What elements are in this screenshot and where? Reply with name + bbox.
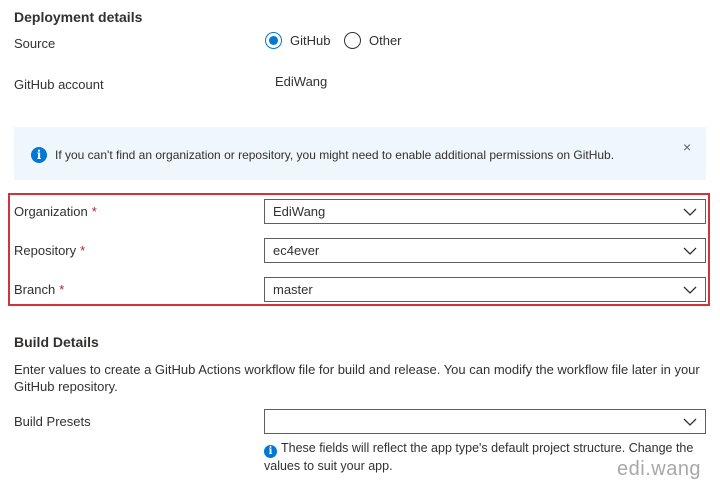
branch-label: Branch * [14, 282, 65, 297]
repository-value: ec4ever [273, 243, 320, 258]
radio-label-other: Other [369, 33, 402, 48]
source-radio-github[interactable]: GitHub [265, 32, 330, 49]
organization-value: EdiWang [273, 204, 326, 219]
build-details-description: Enter values to create a GitHub Actions … [14, 362, 700, 394]
build-presets-dropdown[interactable] [264, 409, 706, 434]
source-radio-other[interactable]: Other [344, 32, 402, 49]
build-details-title: Build Details [14, 334, 99, 350]
chevron-down-icon [675, 286, 705, 294]
watermark: edi.wang [617, 458, 702, 480]
branch-dropdown[interactable]: master [264, 277, 706, 302]
branch-value: master [273, 282, 313, 297]
github-account-label: GitHub account [14, 77, 104, 92]
chevron-down-icon [675, 418, 705, 426]
github-account-value: EdiWang [275, 74, 328, 89]
info-icon: i [31, 147, 47, 163]
info-icon: i [264, 445, 277, 458]
organization-label: Organization * [14, 204, 97, 219]
close-icon[interactable]: × [683, 139, 691, 155]
deployment-details-title: Deployment details [14, 9, 143, 25]
repository-label: Repository * [14, 243, 86, 258]
radio-label-github: GitHub [290, 33, 331, 48]
build-presets-label: Build Presets [14, 414, 91, 429]
info-message-bar: i If you can't find an organization or r… [14, 127, 706, 180]
radio-unchecked-icon [344, 32, 361, 49]
organization-dropdown[interactable]: EdiWang [264, 199, 706, 224]
repository-dropdown[interactable]: ec4ever [264, 238, 706, 263]
info-message-text: If you can't find an organization or rep… [55, 148, 615, 162]
source-label: Source [14, 36, 56, 51]
chevron-down-icon [675, 247, 705, 255]
chevron-down-icon [675, 208, 705, 216]
radio-checked-icon [265, 32, 282, 49]
